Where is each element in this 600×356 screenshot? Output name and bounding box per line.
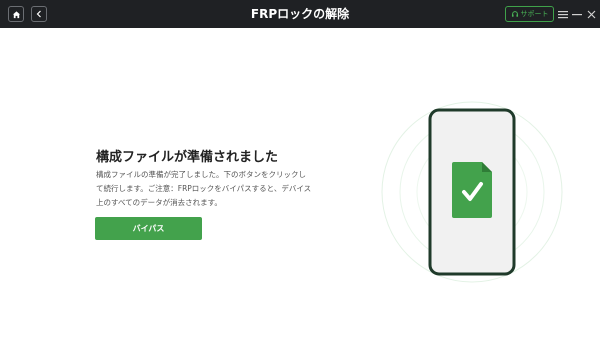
phone-illustration — [380, 100, 564, 284]
page-title: 構成ファイルが準備されました — [96, 150, 279, 165]
file-check-icon — [452, 162, 492, 218]
menu-icon — [558, 10, 568, 18]
support-label: サポート — [520, 10, 549, 18]
minimize-icon — [572, 13, 582, 15]
description-text: 構成ファイルの準備が完了しました。下のボタンをクリックして続行します。ご注意：F… — [96, 170, 312, 207]
headset-icon — [511, 11, 518, 17]
close-button[interactable] — [585, 7, 597, 21]
menu-button[interactable] — [557, 7, 569, 21]
close-icon — [587, 10, 595, 18]
title-bar: FRPロックの解除 サポート — [0, 0, 600, 28]
minimize-button[interactable] — [571, 7, 583, 21]
support-button[interactable]: サポート — [505, 6, 554, 22]
bypass-button[interactable]: バイパス — [95, 217, 202, 240]
